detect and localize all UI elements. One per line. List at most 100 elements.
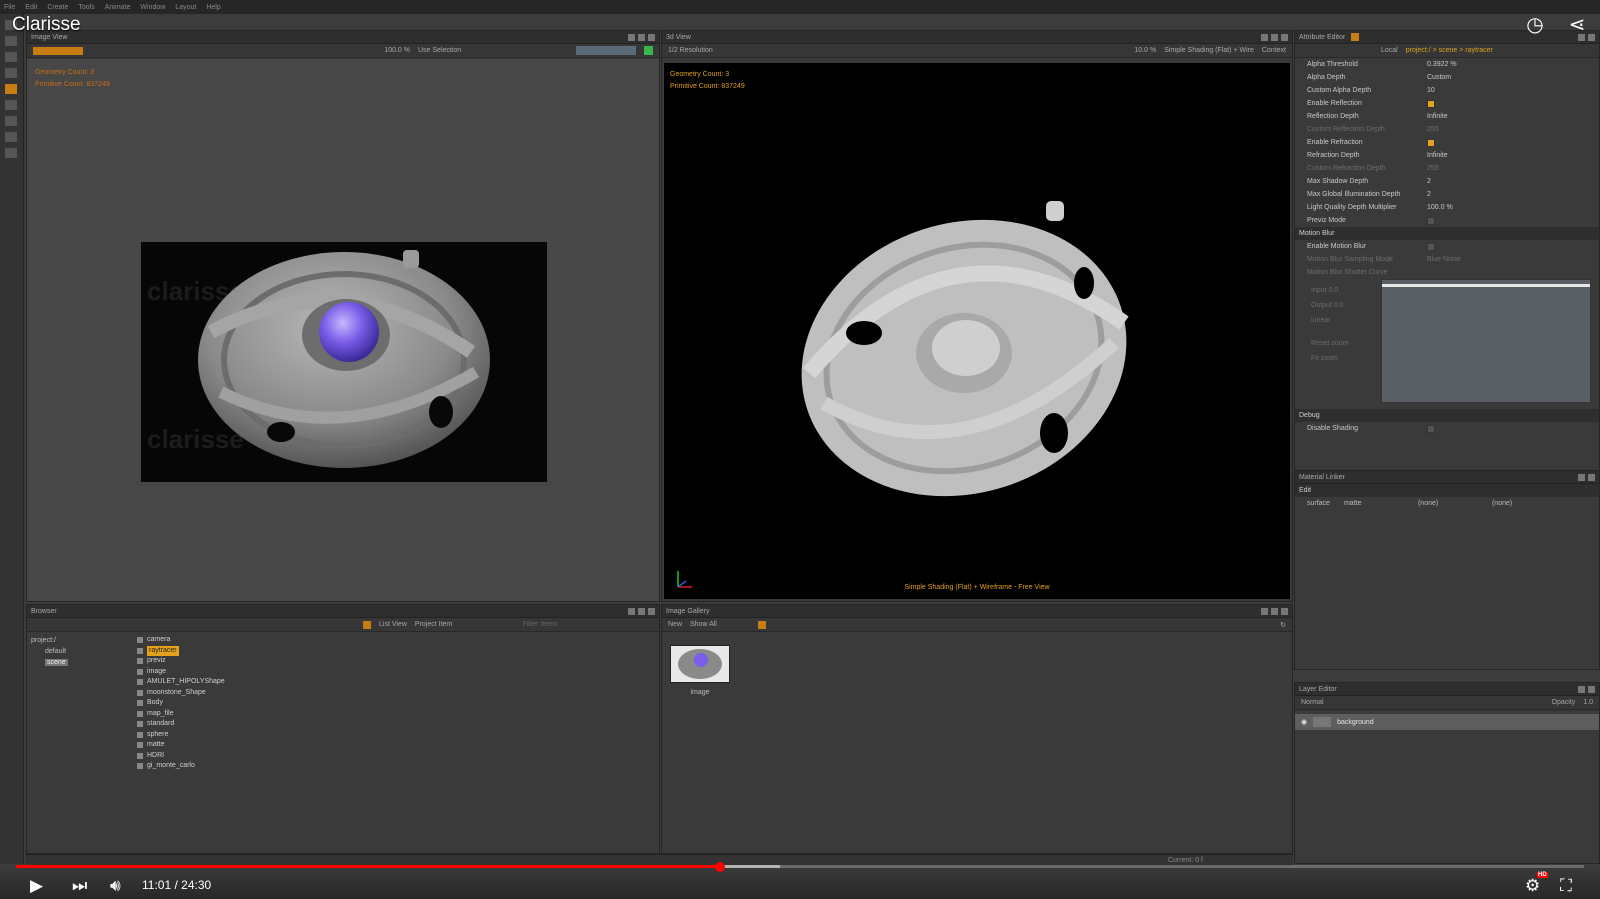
menu-window[interactable]: Window (140, 4, 165, 11)
browser-item[interactable]: moonstone_Shape (137, 688, 225, 699)
image-view-zoom[interactable]: 100.0 % (384, 47, 410, 54)
share-icon[interactable]: ⋖ (1566, 14, 1588, 36)
fullscreen-icon[interactable]: ⛶ (1560, 876, 1572, 896)
attribute-checkbox[interactable] (1427, 216, 1435, 225)
browser-item[interactable]: previz (137, 656, 225, 667)
tree-item-project[interactable]: project:/ (31, 635, 121, 646)
close-icon[interactable] (1588, 685, 1595, 693)
progress-field[interactable] (576, 46, 636, 55)
new-button[interactable]: New (668, 621, 682, 628)
scale-tool-icon[interactable] (5, 68, 17, 78)
next-icon[interactable]: ⏭ (72, 876, 87, 896)
eye-icon[interactable]: ◉ (1301, 718, 1307, 726)
attribute-value-text[interactable]: 2 (1427, 191, 1431, 198)
attribute-value-text[interactable]: 100.0 % (1427, 204, 1453, 211)
color-swatch-icon[interactable] (5, 148, 17, 158)
layer-editor-title[interactable]: Layer Editor (1299, 686, 1337, 693)
attribute-value-text[interactable]: 2 (1427, 178, 1431, 185)
browser-item[interactable]: standard (137, 719, 225, 730)
context-button[interactable]: Context (1262, 47, 1286, 54)
attribute-checkbox[interactable] (1427, 138, 1435, 147)
browser-item[interactable]: Body (137, 698, 225, 709)
camera-tool-icon[interactable] (5, 116, 17, 126)
menu-animate[interactable]: Animate (105, 4, 131, 11)
refresh-icon[interactable]: ↻ (1280, 621, 1286, 629)
shutter-curve-graph[interactable] (1381, 279, 1591, 403)
attribute-value-text[interactable]: 0.3922 % (1427, 61, 1457, 68)
attribute-value[interactable] (1427, 99, 1599, 108)
browser-item[interactable]: camera (137, 635, 225, 646)
attribute-value-text[interactable]: Infinite (1427, 113, 1448, 120)
material-dropdown[interactable]: matte (1344, 500, 1404, 507)
browser-item[interactable]: map_file (137, 709, 225, 720)
layer-row-background[interactable]: ◉ background (1295, 714, 1599, 730)
attribute-checkbox[interactable] (1427, 99, 1435, 108)
folder-icon[interactable] (363, 620, 371, 629)
3d-view-title[interactable]: 3d View (666, 34, 691, 41)
light-tool-icon[interactable] (5, 132, 17, 142)
reset-zoom-button[interactable]: Reset zoom (1311, 336, 1348, 351)
rotate-tool-icon[interactable] (5, 52, 17, 62)
attribute-value[interactable] (1427, 138, 1599, 147)
attribute-value[interactable]: Custom (1427, 74, 1599, 81)
attribute-value[interactable] (1427, 216, 1599, 225)
browser-item[interactable]: image (137, 667, 225, 678)
material-edit-section[interactable]: Edit (1295, 484, 1599, 497)
menu-help[interactable]: Help (206, 4, 220, 11)
attribute-value[interactable]: Infinite (1427, 113, 1599, 120)
attribute-value[interactable]: 255 (1427, 126, 1599, 133)
view-dropdown[interactable]: List View (379, 621, 407, 628)
curve-output-field[interactable]: 0.0 (1334, 302, 1344, 309)
maximize-icon[interactable] (1271, 33, 1278, 41)
menu-tools[interactable]: Tools (78, 4, 94, 11)
opacity-field[interactable]: 1.0 (1583, 699, 1593, 706)
menu-layout[interactable]: Layout (175, 4, 196, 11)
close-icon[interactable] (648, 33, 655, 41)
settings-icon[interactable]: ⚙ (1525, 876, 1540, 896)
attribute-value-text[interactable]: Custom (1427, 74, 1451, 81)
enable-motion-blur-checkbox[interactable] (1427, 242, 1435, 251)
show-dropdown[interactable]: Show All (690, 621, 750, 628)
attribute-value-text[interactable]: 255 (1427, 126, 1439, 133)
item-type-dropdown[interactable]: Project Item (415, 621, 515, 628)
3d-view-zoom[interactable]: 10.0 % (1134, 47, 1156, 54)
close-icon[interactable] (1281, 607, 1288, 615)
browser-item[interactable]: HDRI (137, 751, 225, 762)
attribute-value[interactable]: 0.3922 % (1427, 61, 1599, 68)
interp-dropdown[interactable]: Linear (1311, 313, 1348, 328)
close-icon[interactable] (1588, 473, 1595, 481)
attribute-value[interactable]: 10 (1427, 87, 1599, 94)
attribute-value-text[interactable]: 10 (1427, 87, 1435, 94)
attribute-value-text[interactable]: Infinite (1427, 152, 1448, 159)
resolution-dropdown[interactable]: 1/2 Resolution (668, 47, 768, 54)
attribute-value[interactable]: 2 (1427, 178, 1599, 185)
shading-mode-dropdown[interactable]: Simple Shading (Flat) + Wire (1164, 47, 1254, 54)
tree-item-scene[interactable]: scene (45, 659, 68, 666)
lock-icon[interactable] (1351, 33, 1360, 41)
gallery-thumbnail[interactable] (670, 645, 730, 683)
space-dropdown[interactable]: Local (1381, 47, 1398, 54)
browser-item[interactable]: AMULET_HIPOLYShape (137, 677, 225, 688)
play-icon[interactable]: ▶ (30, 876, 43, 896)
video-title[interactable]: Clarisse (12, 14, 81, 36)
tree-item-default[interactable]: default (31, 646, 121, 657)
browser-item[interactable]: raytracer (137, 645, 225, 656)
browser-title[interactable]: Browser (31, 608, 57, 615)
sampling-mode-dropdown[interactable]: Blue Noise (1427, 256, 1599, 263)
maximize-icon[interactable] (1271, 607, 1278, 615)
close-icon[interactable] (1588, 33, 1595, 41)
browser-item[interactable]: matte (137, 740, 225, 751)
minimize-icon[interactable] (628, 33, 635, 41)
image-view-mode[interactable]: Use Selection (418, 47, 568, 54)
filter-input[interactable]: Filter Items (523, 621, 558, 628)
render-tool-icon[interactable] (5, 84, 17, 94)
attribute-editor-title[interactable]: Attribute Editor (1299, 34, 1345, 41)
render-icon[interactable] (33, 46, 83, 55)
attribute-value-text[interactable]: 255 (1427, 165, 1439, 172)
menu-file[interactable]: File (4, 4, 15, 11)
blend-mode-dropdown[interactable]: Normal (1301, 699, 1324, 706)
move-tool-icon[interactable] (5, 36, 17, 46)
disable-shading-checkbox[interactable] (1427, 424, 1435, 433)
scrubber-handle[interactable] (715, 862, 726, 872)
gallery-icon[interactable] (758, 620, 767, 629)
